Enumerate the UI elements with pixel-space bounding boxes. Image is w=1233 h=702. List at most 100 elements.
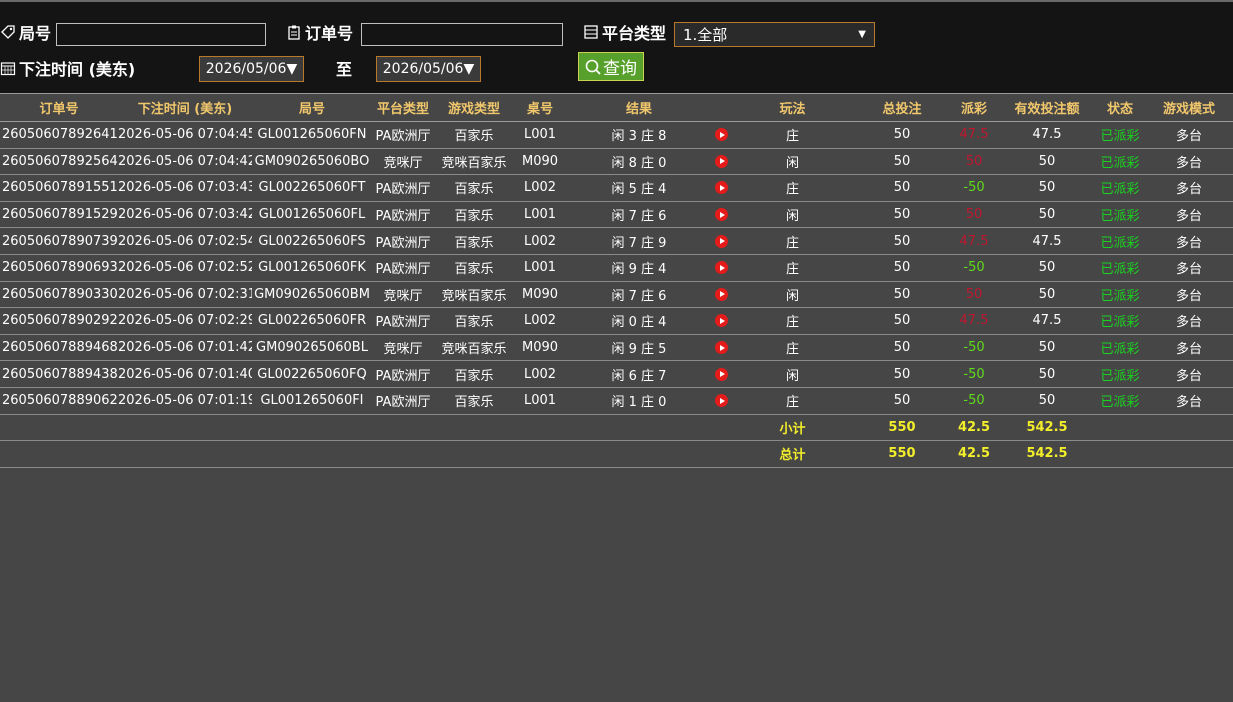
play-video-icon[interactable] — [714, 341, 728, 355]
replay-icon[interactable] — [712, 387, 730, 415]
result-cell: 闲 7 庄 9 — [566, 227, 712, 255]
search-icon — [585, 59, 601, 75]
round-input[interactable] — [56, 23, 266, 46]
status-cell: 已派彩 — [1095, 174, 1145, 202]
total-empty-cell — [712, 440, 730, 468]
replay-icon[interactable] — [712, 201, 730, 229]
query-button[interactable]: 查询 — [578, 52, 644, 81]
result-cell: 闲 7 庄 6 — [566, 281, 712, 309]
play-type-cell: 庄 — [730, 334, 855, 362]
play-video-icon[interactable] — [714, 261, 728, 275]
status-cell: 已派彩 — [1095, 307, 1145, 335]
payout-cell: 50 — [949, 148, 999, 176]
replay-icon[interactable] — [712, 174, 730, 202]
column-header: 有效投注额 — [999, 93, 1095, 122]
total-payout-cell: 42.5 — [949, 440, 999, 468]
game-mode-cell: 多台 — [1145, 121, 1233, 149]
table-id-cell: M090 — [514, 281, 566, 309]
date-to-picker[interactable]: 2026/05/06▼ — [376, 56, 481, 82]
replay-icon[interactable] — [712, 307, 730, 335]
result-cell: 闲 0 庄 4 — [566, 307, 712, 335]
replay-icon[interactable] — [712, 121, 730, 149]
table-id-cell: L002 — [514, 174, 566, 202]
play-type-cell: 庄 — [730, 387, 855, 415]
total-bet-cell: 50 — [855, 307, 949, 335]
valid-bet-cell: 50 — [999, 387, 1095, 415]
subtotal-empty-cell — [434, 414, 514, 442]
table-row: 260506078902922 2026-05-06 07:02:29 GL0022… — [0, 307, 1233, 335]
column-header: 平台类型 — [372, 93, 434, 122]
bet-time-cell: 2026-05-06 07:01:40 — [118, 360, 252, 388]
subtotal-empty-cell — [0, 414, 118, 442]
column-header: 局号 — [252, 93, 372, 122]
platform-label: 平台类型 — [583, 20, 666, 44]
replay-icon[interactable] — [712, 360, 730, 388]
table-id-cell: L001 — [514, 121, 566, 149]
replay-icon[interactable] — [712, 334, 730, 362]
play-video-icon[interactable] — [714, 181, 728, 195]
status-cell: 已派彩 — [1095, 334, 1145, 362]
total-valid-cell: 542.5 — [999, 440, 1095, 468]
payout-cell: -50 — [949, 254, 999, 282]
platform-cell: PA欧洲厅 — [372, 174, 434, 202]
game-type-cell: 竞咪百家乐 — [434, 334, 514, 362]
total-empty-cell — [566, 440, 712, 468]
game-type-cell: 百家乐 — [434, 307, 514, 335]
game-type-cell: 百家乐 — [434, 174, 514, 202]
payout-cell: -50 — [949, 174, 999, 202]
table-id-cell: L002 — [514, 360, 566, 388]
total-row: 总计 550 42.5 542.5 — [0, 440, 1233, 468]
subtotal-bet-cell: 550 — [855, 414, 949, 442]
total-empty-cell — [514, 440, 566, 468]
bet-time-cell: 2026-05-06 07:03:42 — [118, 201, 252, 229]
replay-icon[interactable] — [712, 227, 730, 255]
order-id-cell: 260506078907397 — [0, 227, 118, 255]
round-id-cell: GL002265060FQ — [252, 360, 372, 388]
valid-bet-cell: 50 — [999, 360, 1095, 388]
total-empty-cell — [1145, 440, 1233, 468]
game-type-cell: 竞咪百家乐 — [434, 148, 514, 176]
play-video-icon[interactable] — [714, 128, 728, 142]
platform-select[interactable]: 1.全部 ▼ — [674, 22, 875, 47]
date-from-picker[interactable]: 2026/05/06▼ — [199, 56, 304, 82]
payout-cell: 47.5 — [949, 227, 999, 255]
subtotal-valid-cell: 542.5 — [999, 414, 1095, 442]
order-id-cell: 260506078903305 — [0, 281, 118, 309]
total-empty-cell — [1095, 440, 1145, 468]
game-type-cell: 百家乐 — [434, 121, 514, 149]
order-id-cell: 260506078915519 — [0, 174, 118, 202]
valid-bet-cell: 50 — [999, 281, 1095, 309]
column-header: 总投注 — [855, 93, 949, 122]
round-id-cell: GL001265060FK — [252, 254, 372, 282]
play-video-icon[interactable] — [714, 394, 728, 408]
play-video-icon[interactable] — [714, 314, 728, 328]
server-icon — [583, 24, 599, 40]
replay-icon[interactable] — [712, 148, 730, 176]
table-row: 260506078890624 2026-05-06 07:01:19 GL0012… — [0, 387, 1233, 415]
column-header: 订单号 — [0, 93, 118, 122]
platform-cell: 竞咪厅 — [372, 334, 434, 362]
total-bet-cell: 50 — [855, 148, 949, 176]
subtotal-empty-cell — [712, 414, 730, 442]
play-video-icon[interactable] — [714, 367, 728, 381]
result-cell: 闲 1 庄 0 — [566, 387, 712, 415]
clipboard-icon — [286, 24, 302, 40]
play-type-cell: 闲 — [730, 281, 855, 309]
result-cell: 闲 3 庄 8 — [566, 121, 712, 149]
column-header: 玩法 — [730, 93, 855, 122]
table-row: 260506078907397 2026-05-06 07:02:54 GL0022… — [0, 227, 1233, 255]
replay-icon[interactable] — [712, 281, 730, 309]
play-video-icon[interactable] — [714, 287, 728, 301]
play-video-icon[interactable] — [714, 208, 728, 222]
play-video-icon[interactable] — [714, 154, 728, 168]
order-id-cell: 260506078925640 — [0, 148, 118, 176]
game-type-cell: 百家乐 — [434, 201, 514, 229]
round-label: 局号 — [0, 20, 51, 44]
column-header: 派彩 — [949, 93, 999, 122]
bet-time-cell: 2026-05-06 07:02:52 — [118, 254, 252, 282]
play-video-icon[interactable] — [714, 234, 728, 248]
replay-icon[interactable] — [712, 254, 730, 282]
play-type-cell: 闲 — [730, 201, 855, 229]
order-input[interactable] — [361, 23, 563, 46]
valid-bet-cell: 50 — [999, 148, 1095, 176]
